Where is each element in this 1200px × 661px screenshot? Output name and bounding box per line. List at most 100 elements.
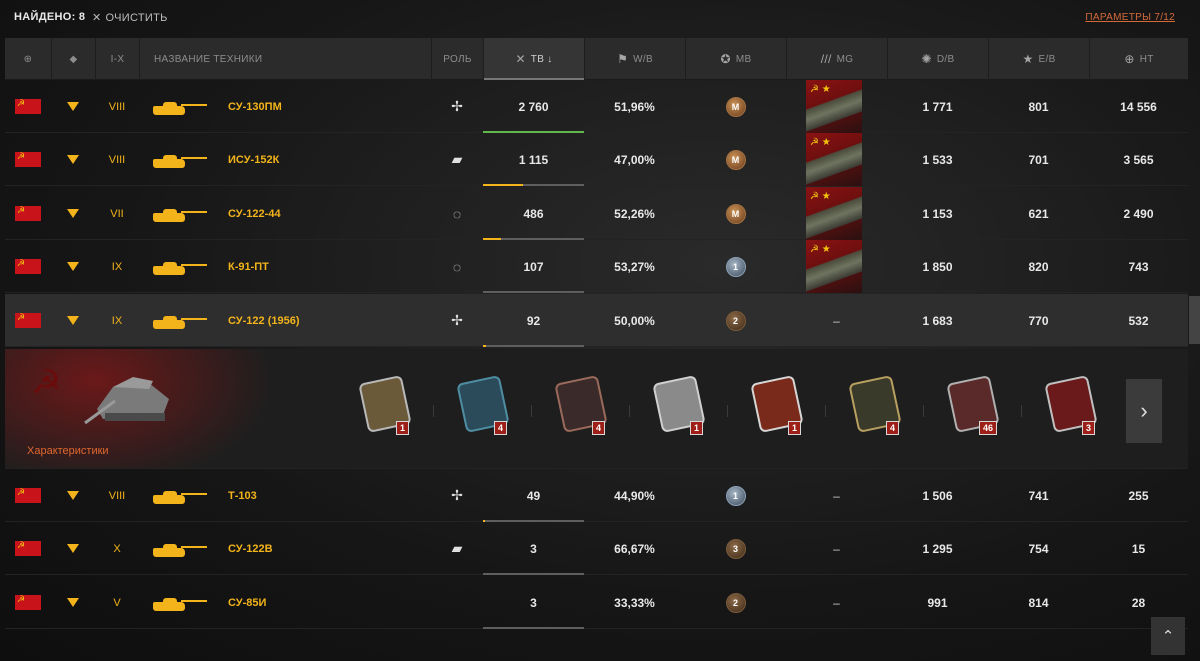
battles-cell: 1 115 xyxy=(483,133,584,186)
mastery-badge-icon: M xyxy=(725,203,746,224)
sort-damage-header[interactable]: ✺ D/B xyxy=(887,38,988,80)
ht-cell: 15 xyxy=(1131,541,1146,556)
experience-icon: ★ xyxy=(1022,52,1034,66)
vehicle-name[interactable]: СУ-122 (1956) xyxy=(228,294,300,347)
nation-flag xyxy=(5,80,51,133)
mastery-badge-icon: 1 xyxy=(725,256,746,277)
marks-icon: /// xyxy=(820,52,832,66)
damage-cell: 1 533 xyxy=(922,152,953,167)
damage-cell: 1 771 xyxy=(922,99,953,114)
sort-ht-header[interactable]: ⊕ НТ xyxy=(1089,38,1188,80)
winrate-cell: 47,00% xyxy=(614,152,655,167)
vehicle-name[interactable]: СУ-122-44 xyxy=(228,187,281,240)
marks-of-excellence-banner: ☭ ★ xyxy=(806,80,862,133)
battles-cell: 92 xyxy=(483,294,584,347)
battles-value: 486 xyxy=(523,206,544,221)
table-row[interactable]: IX К-91-ПТ ◌ 107 53,27% 1 ☭ ★ 1 850 820 … xyxy=(5,240,1188,293)
tank-silhouette-icon xyxy=(151,294,213,347)
vehicle-name[interactable]: СУ-130ПМ xyxy=(228,80,282,133)
double-chevron-up-icon: ⌃ xyxy=(1161,628,1175,645)
table-row[interactable]: IX СУ-122 (1956) ✢ 92 50,00% 2 – 1 683 7… xyxy=(5,294,1188,347)
achievement-item[interactable]: 4 xyxy=(551,373,611,435)
table-row[interactable]: VIII Т-103 ✢ 49 44,90% 1 – 1 506 741 255 xyxy=(5,469,1188,522)
divider xyxy=(1021,405,1022,417)
experience-header-label: E/B xyxy=(1038,53,1056,65)
sort-winrate-header[interactable]: ⚑ W/B xyxy=(584,38,685,80)
vehicle-name[interactable]: СУ-122В xyxy=(228,522,273,575)
sort-marks-header[interactable]: /// MG xyxy=(786,38,887,80)
table-row[interactable]: V СУ-85И 3 33,33% 2 – 991 814 28 xyxy=(5,576,1188,629)
mastery-header-label: MB xyxy=(735,53,752,65)
sort-name-header[interactable]: НАЗВАНИЕ ТЕХНИКИ xyxy=(139,38,431,80)
scroll-top-button[interactable]: ⌃ xyxy=(1151,617,1185,655)
table-row[interactable]: VIII ИСУ-152К ▰ 1 115 47,00% M ☭ ★ 1 533… xyxy=(5,133,1188,186)
td-triangle-icon xyxy=(67,262,79,271)
sort-role-header[interactable]: РОЛЬ xyxy=(431,38,483,80)
ussr-flag-icon xyxy=(15,312,41,328)
achievement-item[interactable]: 4 xyxy=(453,373,513,435)
results-bar: НАЙДЕНО: 8 ✕ ОЧИСТИТЬ ПАРАМЕТРЫ 7/12 xyxy=(0,0,1200,37)
star-icon: ☭ ★ xyxy=(810,191,831,202)
battles-cell: 3 xyxy=(483,522,584,575)
nation-flag xyxy=(5,469,51,522)
td-triangle-icon xyxy=(67,155,79,164)
achievement-item[interactable]: 1 xyxy=(747,373,807,435)
table-row[interactable]: VII СУ-122-44 ◌ 486 52,26% M ☭ ★ 1 153 6… xyxy=(5,187,1188,240)
table-row[interactable]: X СУ-122В ▰ 3 66,67% 3 – 1 295 754 15 xyxy=(5,522,1188,575)
marks-of-excellence-banner: ☭ ★ xyxy=(806,240,862,293)
sort-battles-header[interactable]: ✕ ТВ ↓ xyxy=(483,38,584,80)
tank-silhouette-icon xyxy=(151,576,213,629)
battles-bar xyxy=(483,184,584,186)
winrate-cell: 53,27% xyxy=(614,259,655,274)
experience-cell: 814 xyxy=(1028,595,1049,610)
mastery-cell: 2 xyxy=(685,294,786,347)
close-icon: ✕ xyxy=(92,12,102,24)
mastery-cell: 1 xyxy=(685,240,786,293)
battles-header-label: ТВ ↓ xyxy=(530,53,553,65)
marks-of-excellence-banner: ☭ ★ xyxy=(806,133,862,186)
vehicle-name[interactable]: ИСУ-152К xyxy=(228,133,279,186)
characteristics-link[interactable]: Характеристики xyxy=(27,445,109,457)
nation-flag xyxy=(5,240,51,293)
next-achievements-button[interactable]: › xyxy=(1126,379,1162,443)
winrate-cell: 33,33% xyxy=(614,595,655,610)
tier-cell: VIII xyxy=(108,100,126,113)
achievement-item[interactable]: 4 xyxy=(845,373,905,435)
vehicle-name[interactable]: К-91-ПТ xyxy=(228,240,269,293)
sort-tier-header[interactable]: I-X xyxy=(95,38,139,80)
sort-mastery-header[interactable]: ✪ MB xyxy=(685,38,786,80)
divider xyxy=(629,405,630,417)
scrollbar-thumb[interactable] xyxy=(1189,296,1200,344)
vehicle-details-panel: ☭ Характеристики 1 4 4 1 1 4 46 3 › xyxy=(5,349,1188,469)
winrate-cell: 51,96% xyxy=(614,99,655,114)
vehicle-name[interactable]: СУ-85И xyxy=(228,576,266,629)
table-row[interactable]: VIII СУ-130ПМ ✢ 2 760 51,96% M ☭ ★ 1 771… xyxy=(5,80,1188,133)
vehicle-class-icon xyxy=(51,187,95,240)
achievement-item[interactable]: 3 xyxy=(1041,373,1101,435)
experience-cell: 770 xyxy=(1028,313,1049,328)
vehicle-table: ⊕ ◆ I-X НАЗВАНИЕ ТЕХНИКИ РОЛЬ ✕ ТВ ↓ ⚑ W/B… xyxy=(5,38,1188,629)
td-triangle-icon xyxy=(67,491,79,500)
vehicle-name[interactable]: Т-103 xyxy=(228,469,257,522)
achievement-item[interactable]: 46 xyxy=(943,373,1003,435)
tank-silhouette-icon xyxy=(151,469,213,522)
ht-cell: 2 490 xyxy=(1123,206,1154,221)
achievement-item[interactable]: 1 xyxy=(355,373,415,435)
clear-label: ОЧИСТИТЬ xyxy=(105,12,168,24)
achievement-item[interactable]: 1 xyxy=(649,373,709,435)
clear-filters-button[interactable]: ✕ ОЧИСТИТЬ xyxy=(92,11,168,24)
found-count: НАЙДЕНО: 8 xyxy=(14,11,86,23)
achievement-count: 1 xyxy=(689,421,703,435)
mastery-badge-icon: 2 xyxy=(725,592,746,613)
damage-cell: 1 850 xyxy=(922,259,953,274)
nation-flag xyxy=(5,522,51,575)
sort-type-header[interactable]: ◆ xyxy=(51,38,95,80)
ussr-flag-icon xyxy=(15,151,41,167)
params-link[interactable]: ПАРАМЕТРЫ 7/12 xyxy=(1085,12,1175,23)
sort-experience-header[interactable]: ★ E/B xyxy=(988,38,1089,80)
sort-nation-header[interactable]: ⊕ xyxy=(5,38,51,80)
damage-cell: 1 683 xyxy=(922,313,953,328)
achievement-count: 46 xyxy=(978,421,997,435)
achievement-count: 1 xyxy=(395,421,409,435)
role-icon: ✢ xyxy=(451,487,463,503)
